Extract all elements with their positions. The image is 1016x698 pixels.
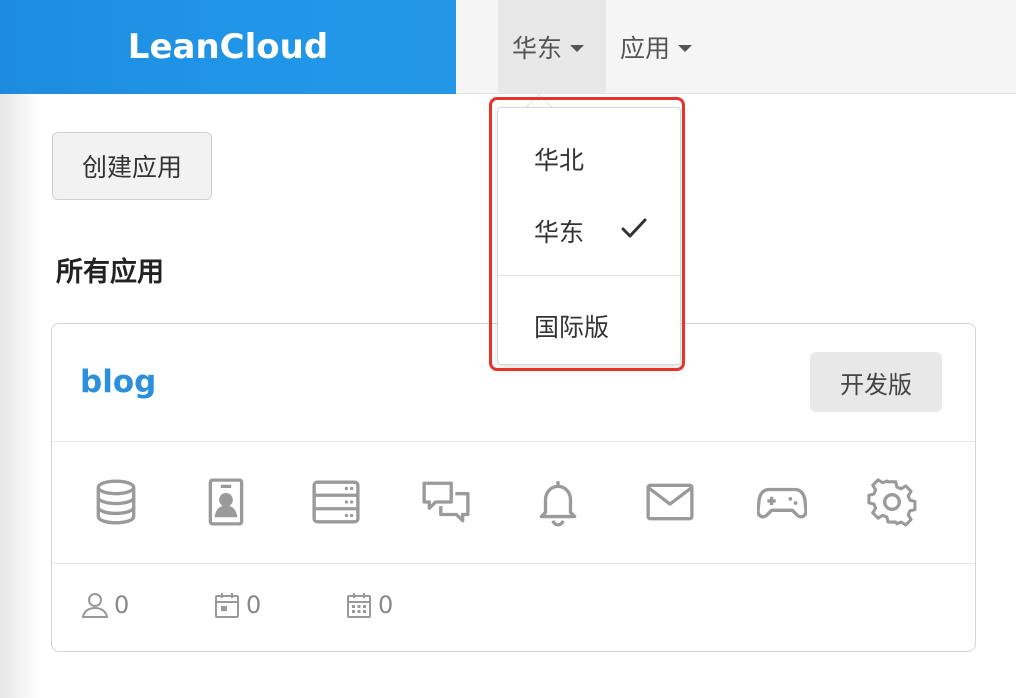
region-option-international[interactable]: 国际版 (534, 308, 609, 344)
users-count: 0 (114, 591, 130, 619)
region-menu[interactable]: 华东 (498, 0, 606, 93)
region-option-east-china[interactable]: 华东 (534, 213, 584, 249)
app-stats: 0 0 0 (52, 564, 975, 652)
caret-down-icon (678, 45, 693, 52)
brand-name: LeanCloud (127, 27, 329, 67)
app-card: blog 开发版 0 0 0 (51, 323, 976, 652)
brand-logo[interactable]: LeanCloud (0, 0, 456, 94)
top-header: LeanCloud 华东 应用 (0, 0, 1016, 94)
daily-stat: 0 (212, 590, 261, 620)
create-app-button[interactable]: 创建应用 (52, 132, 212, 200)
calendar-grid-icon (347, 593, 371, 618)
apps-menu-label: 应用 (620, 33, 671, 63)
region-dropdown: 华北 华东 国际版 (497, 107, 681, 365)
app-service-icons (52, 442, 975, 564)
monthly-stat: 0 (344, 590, 393, 620)
users-stat: 0 (80, 590, 129, 620)
daily-count: 0 (246, 591, 262, 619)
checkmark-icon (621, 218, 647, 238)
user-icon (81, 593, 109, 618)
app-name-link[interactable]: blog (80, 364, 156, 400)
left-shade (0, 94, 40, 698)
region-menu-label: 华东 (512, 33, 563, 63)
region-option-north-china[interactable]: 华北 (534, 141, 584, 177)
user-card-icon[interactable] (198, 474, 254, 530)
dropdown-divider (498, 275, 680, 276)
monthly-count: 0 (378, 591, 394, 619)
chat-icon[interactable] (418, 474, 474, 530)
apps-menu[interactable]: 应用 (606, 0, 714, 93)
plan-badge: 开发版 (810, 352, 942, 412)
gear-icon[interactable] (864, 474, 920, 530)
caret-down-icon (570, 45, 585, 52)
server-icon[interactable] (308, 474, 364, 530)
bell-icon[interactable] (530, 474, 586, 530)
gamepad-icon[interactable] (754, 474, 810, 530)
calendar-icon (215, 593, 239, 618)
section-title: 所有应用 (56, 257, 164, 288)
database-icon[interactable] (88, 474, 144, 530)
mail-icon[interactable] (642, 474, 698, 530)
